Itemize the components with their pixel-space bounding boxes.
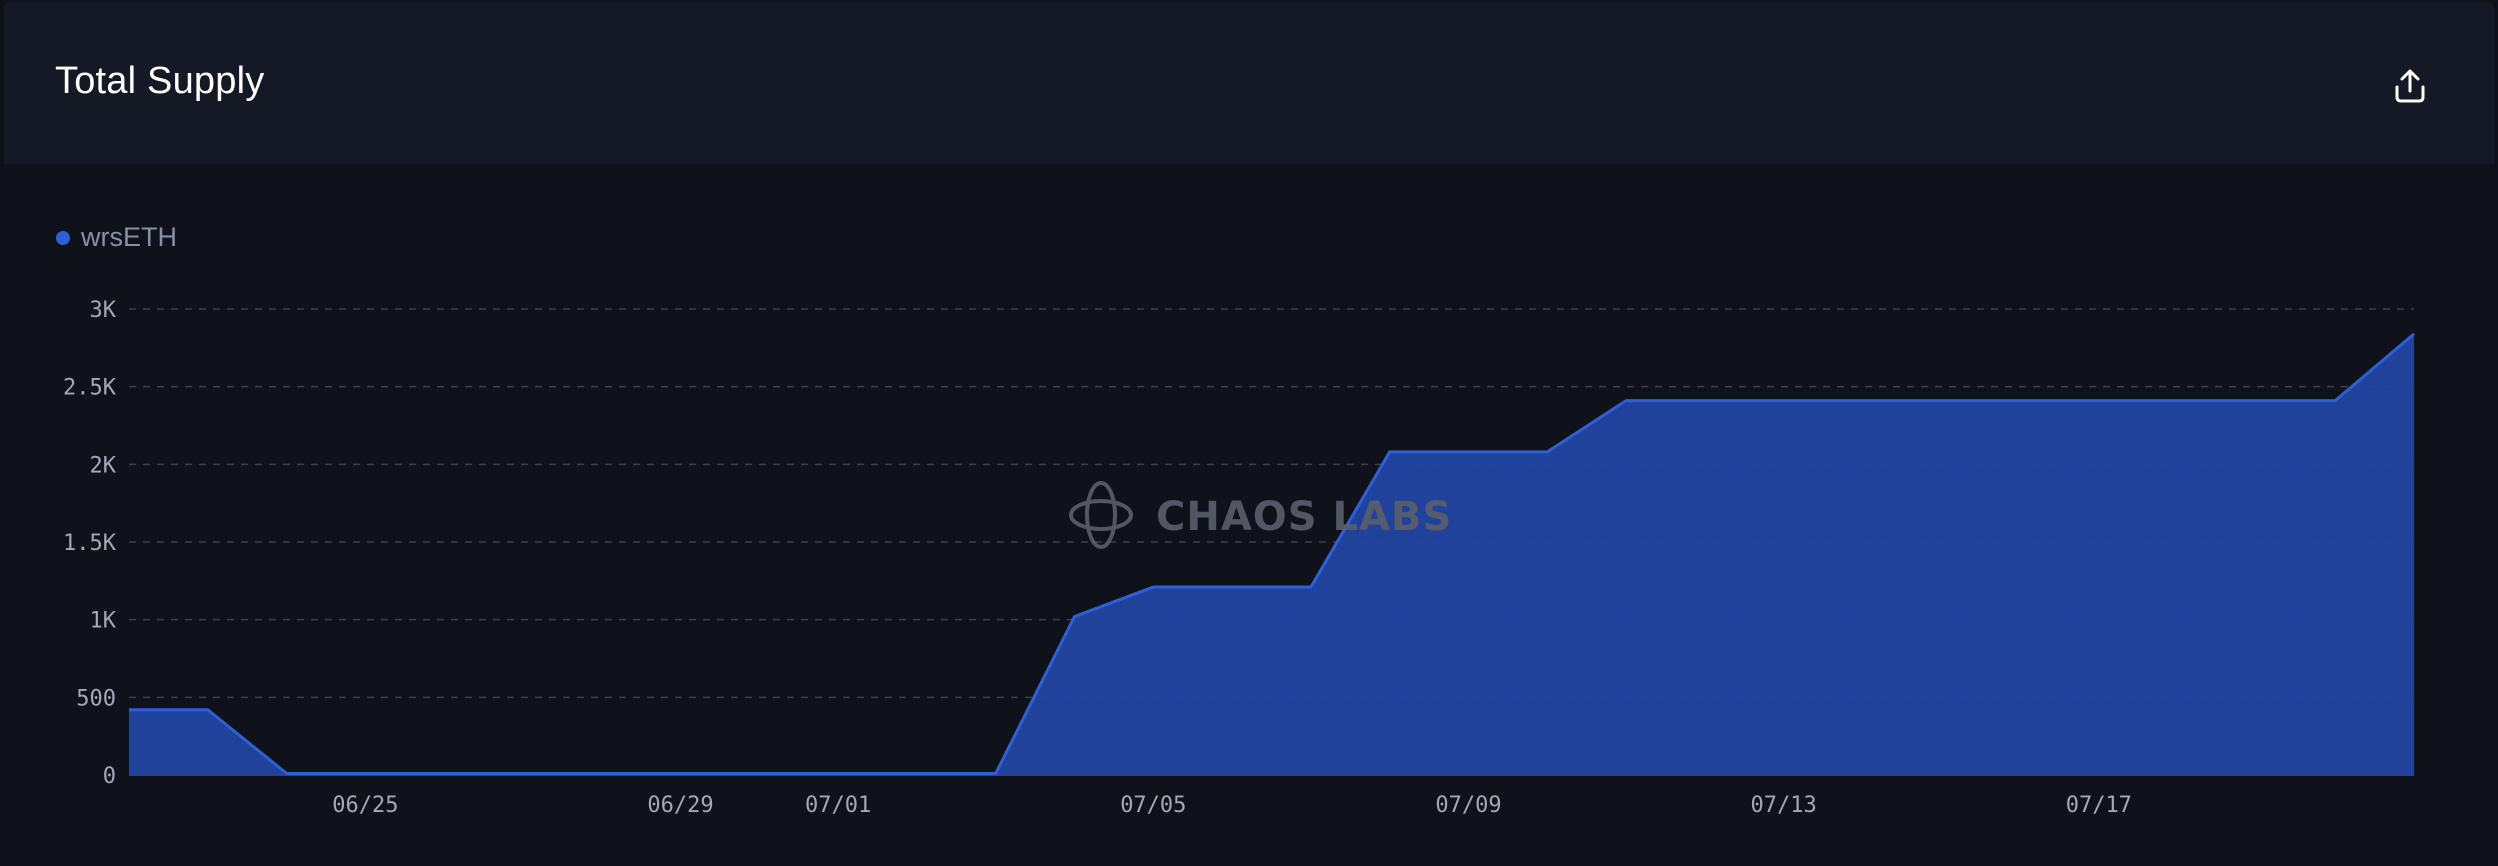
y-tick-label: 2.5K (63, 376, 117, 401)
y-tick-label: 1K (90, 609, 117, 634)
x-tick-label: 07/17 (2066, 793, 2132, 818)
chaos-labs-logo-icon (1069, 481, 1133, 549)
x-axis: 06/25 06/29 07/01 07/05 07/09 07/13 07/17 (332, 793, 2132, 818)
y-tick-label: 3K (90, 298, 117, 323)
x-tick-label: 07/13 (1751, 793, 1817, 818)
x-tick-label: 07/09 (1435, 793, 1501, 818)
total-supply-chart: 05001K1.5K2K2.5K3K 06/25 06/29 07/01 07/05 0… (63, 298, 2415, 818)
x-tick-label: 07/05 (1120, 793, 1186, 818)
x-tick-label: 07/01 (805, 793, 871, 818)
y-tick-label: 1.5K (63, 531, 117, 556)
x-tick-label: 06/25 (332, 793, 398, 818)
y-tick-label: 500 (76, 686, 116, 711)
x-tick-label: 06/29 (647, 793, 713, 818)
y-tick-label: 2K (90, 453, 117, 478)
total-supply-card: Total Supply wrsETH 0 500 1K 1.5K 2K 2.5K 3K 0… (4, 2, 2494, 864)
y-axis: 0 500 1K 1.5K 2K 2.5K 3K (63, 298, 117, 789)
series-area (129, 332, 2415, 775)
watermark-text: CHAOS LABS (1156, 494, 1452, 540)
y-tick-label: 0 (103, 764, 116, 789)
